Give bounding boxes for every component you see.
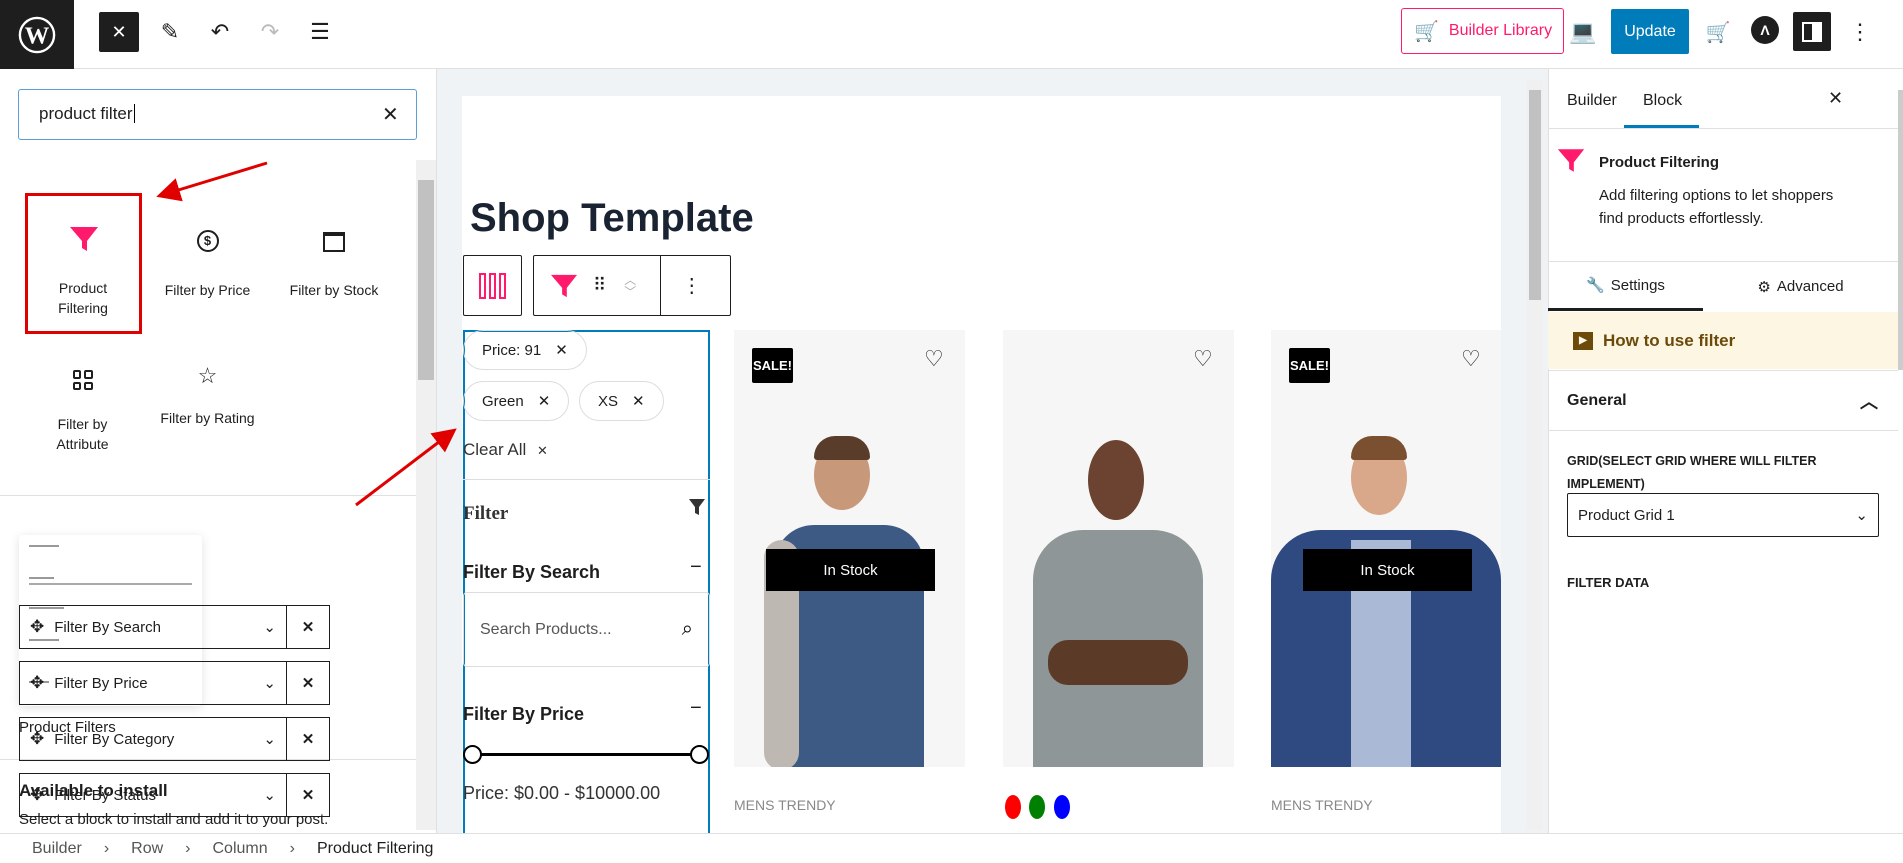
annotation-arrow bbox=[156, 161, 268, 202]
annotation-arrow bbox=[355, 428, 457, 507]
annotation-arrows bbox=[156, 161, 457, 507]
